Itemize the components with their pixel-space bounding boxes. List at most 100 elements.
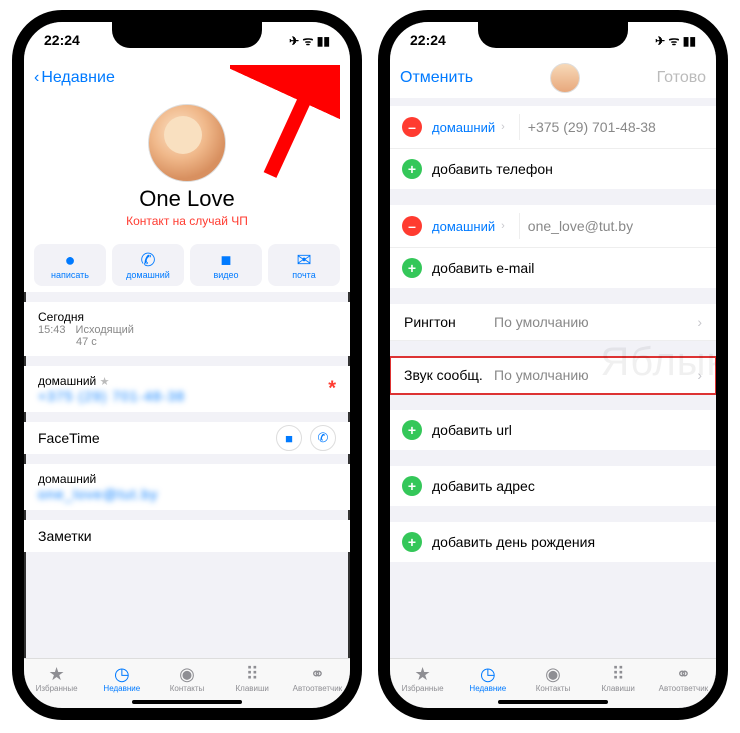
chevron-right-icon: › — [501, 121, 505, 133]
add-birthday-row[interactable]: + добавить день рождения — [390, 522, 716, 562]
add-url-row[interactable]: + добавить url — [390, 410, 716, 450]
edit-button[interactable]: Править — [278, 69, 340, 87]
ringtone-row[interactable]: Рингтон По умолчанию › — [390, 304, 716, 341]
recent-duration: 47 с — [76, 336, 97, 348]
phone-field-row[interactable]: – домашний › +375 (29) 701-48-38 — [390, 106, 716, 149]
add-url-label: добавить url — [432, 422, 512, 438]
phone-label: домашний — [38, 374, 96, 388]
action-row: ● написать ✆ домашний ■ видео ✉ почта — [24, 238, 350, 292]
divider — [519, 114, 520, 140]
video-icon: ■ — [190, 250, 262, 270]
tab-voicemail[interactable]: ⚭Автоответчик — [285, 659, 350, 708]
nav-bar: ‹ Недавние Править — [24, 58, 350, 98]
home-indicator[interactable] — [498, 700, 608, 704]
video-label: видео — [190, 270, 262, 280]
phone-value: +375 (29) 701-48-38 — [38, 388, 336, 404]
chevron-left-icon: ‹ — [34, 69, 39, 87]
phone-frame-right: 22:24 ✈ ᯤ ▮▮ Отменить Готово – домашний … — [378, 10, 728, 720]
call-label: домашний — [112, 270, 184, 280]
texttone-value: По умолчанию — [494, 367, 697, 383]
remove-email-button[interactable]: – — [402, 216, 422, 236]
done-button[interactable]: Готово — [657, 69, 706, 87]
back-button[interactable]: ‹ Недавние — [34, 69, 115, 87]
home-indicator[interactable] — [132, 700, 242, 704]
status-icons: ✈ ᯤ ▮▮ — [289, 32, 330, 49]
person-icon: ◉ — [520, 664, 585, 684]
notes-row[interactable]: Заметки — [24, 520, 350, 552]
email-row[interactable]: домашний one_love@tut.by — [24, 464, 350, 510]
email-type-picker[interactable]: домашний — [432, 219, 495, 234]
status-icons: ✈ ᯤ ▮▮ — [655, 32, 696, 49]
mail-icon: ✉ — [268, 250, 340, 270]
voicemail-icon: ⚭ — [651, 664, 716, 684]
cancel-button[interactable]: Отменить — [400, 69, 473, 87]
add-address-row[interactable]: + добавить адрес — [390, 466, 716, 506]
address-group: + добавить адрес — [390, 466, 716, 506]
video-icon: ■ — [285, 431, 293, 446]
chevron-right-icon: › — [697, 314, 702, 330]
facetime-row[interactable]: FaceTime ■ ✆ — [24, 422, 350, 454]
phone-edit-group: – домашний › +375 (29) 701-48-38 + добав… — [390, 106, 716, 189]
add-icon: + — [402, 159, 422, 179]
star-icon: ★ — [24, 664, 89, 684]
phone-icon: ✆ — [112, 250, 184, 270]
tab-favorites[interactable]: ★Избранные — [390, 659, 455, 708]
notes-label: Заметки — [38, 528, 92, 544]
texttone-row[interactable]: Звук сообщ. По умолчанию › — [390, 357, 716, 394]
tab-favorites[interactable]: ★Избранные — [24, 659, 89, 708]
recent-time: 15:43 — [38, 324, 66, 336]
ringtone-value: По умолчанию — [494, 314, 697, 330]
email-input[interactable]: one_love@tut.by — [528, 218, 633, 234]
notch — [478, 22, 628, 48]
notch — [112, 22, 262, 48]
phone-input[interactable]: +375 (29) 701-48-38 — [528, 119, 656, 135]
email-field-row[interactable]: – домашний › one_love@tut.by — [390, 205, 716, 248]
content-right[interactable]: – домашний › +375 (29) 701-48-38 + добав… — [390, 98, 716, 658]
add-email-label: добавить e-mail — [432, 260, 534, 276]
divider — [519, 213, 520, 239]
phone-row[interactable]: домашний ★ +375 (29) 701-48-38 * — [24, 366, 350, 412]
call-button[interactable]: ✆ домашний — [112, 244, 184, 286]
phone-icon: ✆ — [318, 430, 329, 446]
add-address-label: добавить адрес — [432, 478, 535, 494]
emergency-label: Контакт на случай ЧП — [24, 214, 350, 228]
contact-name: One Love — [24, 186, 350, 212]
voicemail-icon: ⚭ — [285, 664, 350, 684]
person-icon: ◉ — [154, 664, 219, 684]
avatar-small[interactable] — [550, 63, 580, 93]
add-phone-row[interactable]: + добавить телефон — [390, 149, 716, 189]
tab-voicemail[interactable]: ⚭Автоответчик — [651, 659, 716, 708]
facetime-video-button[interactable]: ■ — [276, 425, 302, 451]
video-button[interactable]: ■ видео — [190, 244, 262, 286]
mail-label: почта — [268, 270, 340, 280]
remove-phone-button[interactable]: – — [402, 117, 422, 137]
add-email-row[interactable]: + добавить e-mail — [390, 248, 716, 288]
recent-call-row[interactable]: Сегодня 15:43 Исходящий 47 с — [24, 302, 350, 356]
content-left: One Love Контакт на случай ЧП ● написать… — [24, 98, 350, 658]
message-button[interactable]: ● написать — [34, 244, 106, 286]
texttone-label: Звук сообщ. — [404, 367, 494, 383]
add-icon: + — [402, 258, 422, 278]
email-label: домашний — [38, 472, 336, 486]
mail-button[interactable]: ✉ почта — [268, 244, 340, 286]
phone-type-picker[interactable]: домашний — [432, 120, 495, 135]
add-icon: + — [402, 476, 422, 496]
email-edit-group: – домашний › one_love@tut.by + добавить … — [390, 205, 716, 288]
texttone-group: Звук сообщ. По умолчанию › — [390, 357, 716, 394]
keypad-icon: ⠿ — [220, 664, 285, 684]
nav-bar: Отменить Готово — [390, 58, 716, 98]
chat-bubble-icon: ● — [34, 250, 106, 270]
add-birthday-label: добавить день рождения — [432, 534, 595, 550]
keypad-icon: ⠿ — [586, 664, 651, 684]
clock-icon: ◷ — [455, 664, 520, 684]
ringtone-label: Рингтон — [404, 314, 494, 330]
facetime-audio-button[interactable]: ✆ — [310, 425, 336, 451]
asterisk-annotation: * — [328, 378, 336, 401]
url-group: + добавить url — [390, 410, 716, 450]
status-time: 22:24 — [410, 32, 446, 48]
facetime-section: FaceTime ■ ✆ — [24, 422, 350, 454]
recent-call-section: Сегодня 15:43 Исходящий 47 с — [24, 302, 350, 356]
ringtone-group: Рингтон По умолчанию › — [390, 304, 716, 341]
message-label: написать — [34, 270, 106, 280]
avatar[interactable] — [148, 104, 226, 182]
